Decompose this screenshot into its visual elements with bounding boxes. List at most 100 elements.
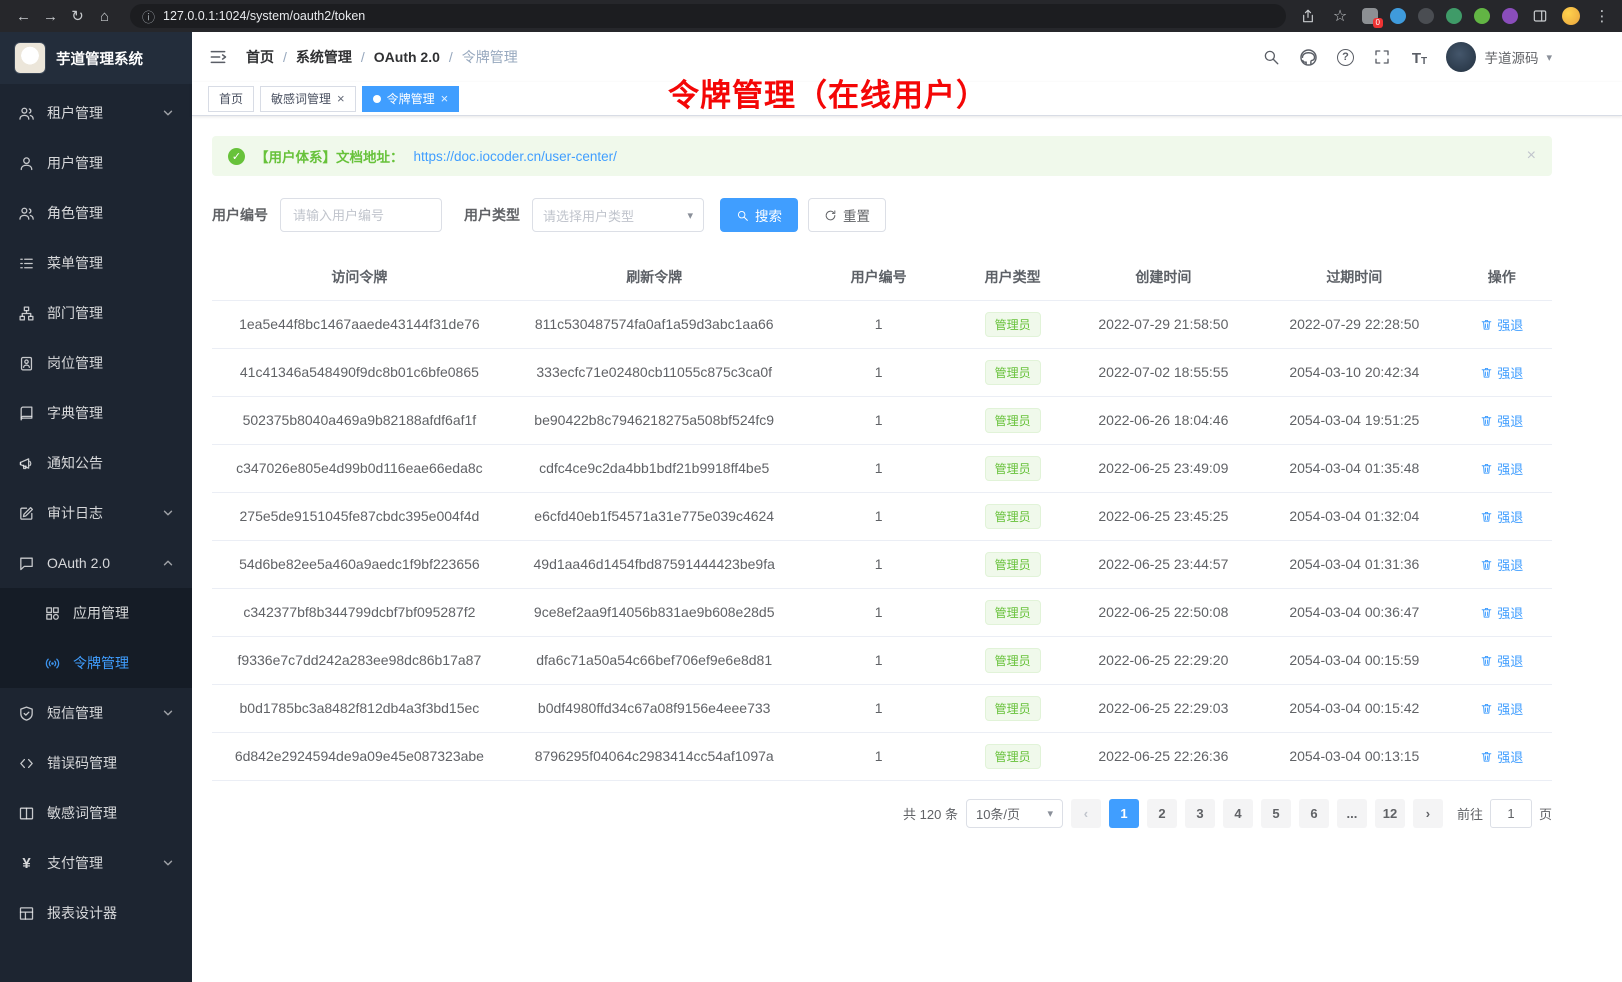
sidebar-item-user[interactable]: 用户管理 [0,138,192,188]
page-size-select[interactable]: 10条/页 ▾ [966,799,1063,828]
col-created-time: 创建时间 [1070,254,1258,300]
back-icon[interactable]: ← [10,3,37,30]
force-logout-button[interactable]: 强退 [1480,555,1523,574]
font-size-icon[interactable]: TT [1409,47,1429,67]
force-logout-button[interactable]: 强退 [1480,747,1523,766]
site-info-icon[interactable]: ⓘ [142,7,155,26]
tab-token-management[interactable]: 令牌管理 × [362,86,460,112]
active-dot-icon [373,95,381,103]
cell-user-type: 管理员 [956,540,1070,588]
app-logo[interactable]: 芋道管理系统 [0,32,192,84]
sidebar-item-post[interactable]: 岗位管理 [0,338,192,388]
force-logout-button[interactable]: 强退 [1480,315,1523,334]
sidebar-item-oauth2-client[interactable]: 应用管理 [0,588,192,638]
col-user-id: 用户编号 [802,254,956,300]
cell-access-token: c347026e805e4d99b0d116eae66eda8c [212,444,507,492]
extension-icon-2[interactable] [1390,8,1406,24]
extensions-puzzle-icon[interactable] [1474,8,1490,24]
sidebar-item-oauth2-token[interactable]: 令牌管理 [0,638,192,688]
browser-profile-avatar[interactable] [1562,7,1580,25]
cell-actions: 强退 [1451,684,1552,732]
page-button-5[interactable]: 5 [1261,799,1291,828]
chevron-down-icon: ▾ [1047,807,1053,820]
sidebar-item-sensitive-word[interactable]: 敏感词管理 [0,788,192,838]
user-id-label: 用户编号 [212,205,268,225]
more-pages-button[interactable]: ... [1337,799,1367,828]
sidebar-item-notice[interactable]: 通知公告 [0,438,192,488]
extension-icon-3[interactable] [1418,8,1434,24]
reload-icon[interactable]: ↻ [64,3,91,30]
extension-icon-5[interactable] [1502,8,1518,24]
page-button-12[interactable]: 12 [1375,799,1405,828]
force-logout-button[interactable]: 强退 [1480,651,1523,670]
cell-user-id: 1 [802,636,956,684]
cell-user-id: 1 [802,300,956,348]
home-icon[interactable]: ⌂ [91,3,118,30]
extension-icon-1[interactable]: 0 [1362,8,1378,24]
alert-close-icon[interactable]: × [1527,147,1536,165]
sidebar-item-pay[interactable]: ¥ 支付管理 [0,838,192,888]
sidebar-item-error-code[interactable]: 错误码管理 [0,738,192,788]
force-logout-button[interactable]: 强退 [1480,411,1523,430]
table-body: 1ea5e44f8bc1467aaede43144f31de76 811c530… [212,300,1552,780]
share-icon[interactable] [1298,6,1318,26]
page-button-6[interactable]: 6 [1299,799,1329,828]
success-check-icon: ✓ [228,148,245,165]
github-icon[interactable] [1298,47,1318,67]
split-view-icon[interactable] [1530,6,1550,26]
browser-menu-icon[interactable]: ⋮ [1592,6,1612,26]
search-button[interactable]: 搜索 [720,198,798,232]
close-icon[interactable]: × [441,92,449,105]
help-icon[interactable]: ? [1335,47,1355,67]
tab-sensitive-word[interactable]: 敏感词管理 × [260,86,356,112]
breadcrumb-home[interactable]: 首页 [246,47,274,67]
page-button-1[interactable]: 1 [1109,799,1139,828]
close-icon[interactable]: × [337,92,345,105]
code-icon [18,755,35,772]
force-logout-button[interactable]: 强退 [1480,603,1523,622]
fullscreen-icon[interactable] [1372,47,1392,67]
goto-page-input[interactable] [1490,799,1532,828]
breadcrumb-oauth2[interactable]: OAuth 2.0 [374,49,440,65]
columns-icon [18,805,35,822]
extension-icon-4[interactable] [1446,8,1462,24]
page-button-3[interactable]: 3 [1185,799,1215,828]
bookmark-star-icon[interactable]: ☆ [1330,6,1350,26]
sidebar-item-audit-log[interactable]: 审计日志 [0,488,192,538]
reset-button[interactable]: 重置 [808,198,886,232]
sidebar-item-report-designer[interactable]: 报表设计器 [0,888,192,938]
user-id-input[interactable] [280,198,442,232]
tab-home[interactable]: 首页 [208,86,254,112]
cell-user-id: 1 [802,348,956,396]
forward-icon[interactable]: → [37,3,64,30]
force-logout-button[interactable]: 强退 [1480,459,1523,478]
force-logout-button[interactable]: 强退 [1480,699,1523,718]
top-navbar: 首页 / 系统管理 / OAuth 2.0 / 令牌管理 ? TT 芋道源码 ▾ [192,32,1622,82]
sidebar-item-dict[interactable]: 字典管理 [0,388,192,438]
sidebar-item-sms[interactable]: 短信管理 [0,688,192,738]
refresh-icon [824,209,837,222]
page-button-4[interactable]: 4 [1223,799,1253,828]
page-button-2[interactable]: 2 [1147,799,1177,828]
menu-fold-icon[interactable] [208,47,228,67]
next-page-button[interactable]: › [1413,799,1443,828]
sidebar-item-menu[interactable]: 菜单管理 [0,238,192,288]
url-bar[interactable]: ⓘ 127.0.0.1:1024/system/oauth2/token [130,4,1286,28]
cell-actions: 强退 [1451,396,1552,444]
col-expire-time: 过期时间 [1257,254,1451,300]
force-logout-button[interactable]: 强退 [1480,363,1523,382]
sidebar-item-oauth2[interactable]: OAuth 2.0 [0,538,192,588]
prev-page-button[interactable]: ‹ [1071,799,1101,828]
doc-link[interactable]: https://doc.iocoder.cn/user-center/ [414,149,617,164]
sidebar-item-tenant[interactable]: 租户管理 [0,88,192,138]
cell-refresh-token: 9ce8ef2aa9f14056b831ae9b608e28d5 [507,588,802,636]
cell-expire-time: 2022-07-29 22:28:50 [1257,300,1451,348]
user-type-select[interactable]: 请选择用户类型 ▾ [532,198,704,232]
sidebar-item-role[interactable]: 角色管理 [0,188,192,238]
user-menu[interactable]: 芋道源码 ▾ [1446,42,1552,72]
force-logout-button[interactable]: 强退 [1480,507,1523,526]
sidebar-item-dept[interactable]: 部门管理 [0,288,192,338]
search-icon[interactable] [1261,47,1281,67]
cell-expire-time: 2054-03-04 01:35:48 [1257,444,1451,492]
breadcrumb-system[interactable]: 系统管理 [296,47,352,67]
